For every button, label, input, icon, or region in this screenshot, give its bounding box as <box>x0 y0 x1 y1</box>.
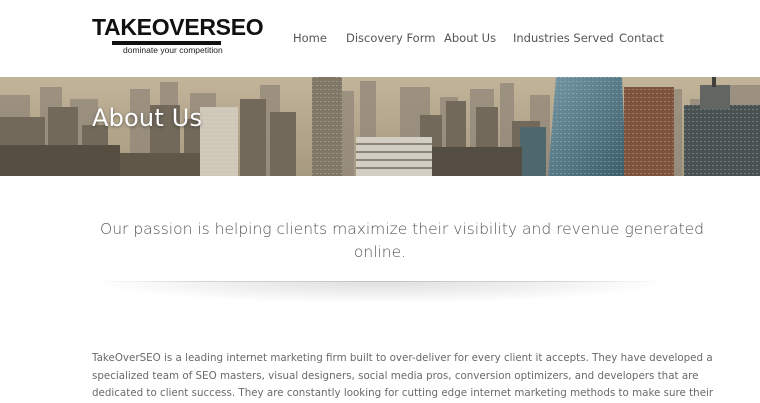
main-navigation: Home Discovery Form About Us Industries … <box>0 30 760 48</box>
nav-link-contact[interactable]: Contact <box>619 30 664 46</box>
intro-tagline-line-2: online. <box>353 243 407 261</box>
about-paragraph-line: TakeOverSEO is a leading internet market… <box>92 352 713 364</box>
nav-link-about-us[interactable]: About Us <box>444 30 496 46</box>
intro-tagline-line-1: Our passion is helping clients maximize … <box>100 220 705 238</box>
hero-banner: About Us <box>0 77 760 176</box>
nav-link-discovery-form[interactable]: Discovery Form <box>346 30 435 46</box>
nav-link-home[interactable]: Home <box>293 30 327 46</box>
about-paragraph-line: specialized team of SEO masters, visual … <box>92 369 699 382</box>
section-divider-shadow <box>95 281 665 303</box>
about-paragraph: TakeOverSEO is a leading internet market… <box>92 350 713 403</box>
intro-tagline: Our passion is helping clients maximize … <box>100 218 705 264</box>
nav-link-industries-served[interactable]: Industries Served <box>513 30 614 46</box>
section-divider <box>95 281 665 282</box>
page-title: About Us <box>92 104 203 132</box>
site-header: TAKEOVERSEO dominate your competition Ho… <box>0 0 760 77</box>
